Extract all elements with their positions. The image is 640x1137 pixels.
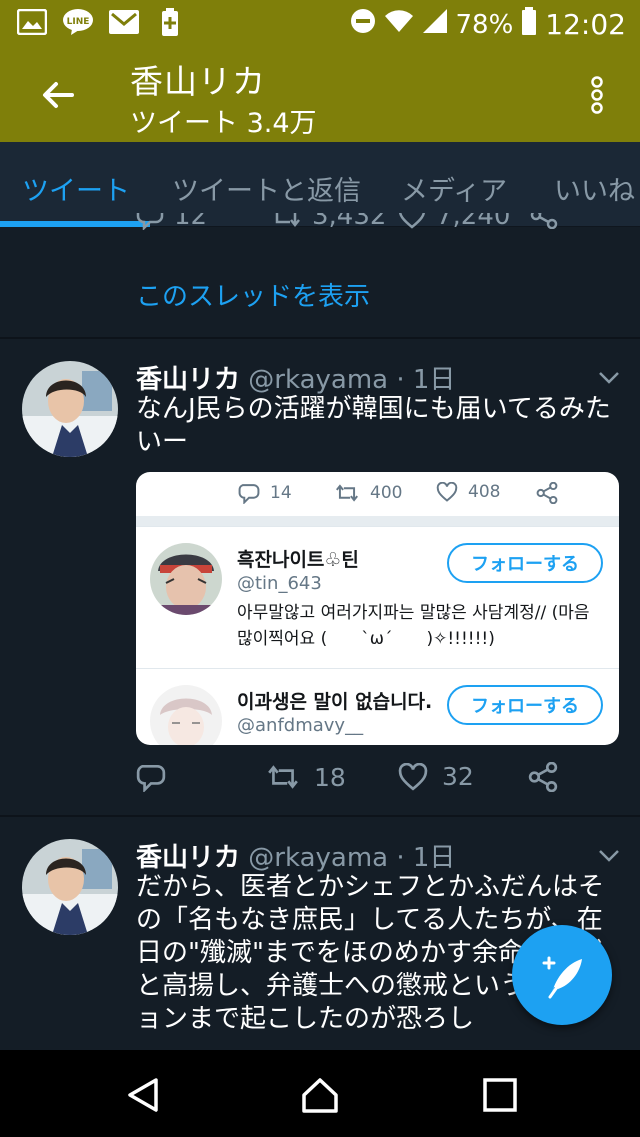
tweet-count: ツイート 3.4万	[130, 108, 317, 139]
heart-icon	[436, 482, 458, 502]
avatar[interactable]	[22, 361, 118, 457]
share-action[interactable]	[530, 213, 558, 229]
tweet-divider	[0, 815, 640, 817]
more-options-icon[interactable]	[590, 75, 604, 115]
user-name[interactable]: 이과생은 말이 없습니다.	[237, 687, 432, 714]
display-name[interactable]: 香山リカ	[136, 365, 240, 395]
active-tab-indicator	[0, 221, 150, 227]
prev-tweet-actions: 12 3,432 7,240	[136, 213, 576, 243]
wifi-icon	[384, 8, 414, 41]
tab-media[interactable]: メディア	[401, 169, 507, 208]
tweet-divider	[0, 337, 640, 339]
share-icon	[530, 213, 558, 229]
card-retweet: 400	[334, 482, 402, 504]
tab-tweets-and-replies[interactable]: ツイートと返信	[172, 169, 361, 208]
user-bio: 아무말않고 여러가지파는 말많은 사담계정// (마음 많이찍어요 ( `ω´ …	[237, 603, 590, 649]
clock: 12:02	[545, 8, 626, 41]
status-bar: LINE 78% 12:02	[0, 0, 640, 45]
timestamp: 1日	[412, 365, 456, 395]
retweet-count: 3,432	[312, 213, 387, 231]
retweet-count: 18	[314, 762, 346, 792]
user-row: 이과생은 말이 없습니다. @anfdmavy__ フォローする	[136, 668, 619, 745]
tab-tweets[interactable]: ツイート	[22, 169, 130, 208]
heart-icon	[398, 213, 426, 229]
profile-name: 香山リカ	[130, 62, 266, 101]
timestamp: 1日	[412, 843, 456, 873]
tweet-actions: 18 32	[136, 762, 566, 798]
android-nav-bar	[0, 1050, 640, 1137]
show-thread-link[interactable]: このスレッドを表示	[136, 276, 370, 313]
gmail-icon	[108, 8, 140, 36]
reply-action[interactable]	[136, 762, 166, 792]
embedded-card[interactable]: 14 400 408 흑잔나이트♧틴 @tin_643 아무말않고 여러가지파는…	[136, 472, 619, 745]
card-reply: 14	[238, 482, 292, 504]
card-like: 408	[436, 482, 500, 502]
chevron-down-icon[interactable]	[598, 370, 620, 384]
user-avatar[interactable]	[150, 543, 222, 615]
retweet-icon	[275, 213, 300, 228]
reply-icon	[136, 764, 166, 792]
reply-count: 12	[174, 213, 208, 231]
username[interactable]: @rkayama	[248, 365, 388, 395]
share-icon	[528, 762, 558, 792]
follow-button[interactable]: フォローする	[447, 685, 603, 725]
nav-back-icon[interactable]	[124, 1075, 164, 1115]
dnd-icon	[350, 8, 376, 41]
user-handle: @tin_643	[237, 573, 322, 594]
svg-text:LINE: LINE	[67, 17, 90, 27]
retweet-action[interactable]: 18	[266, 762, 346, 792]
display-name[interactable]: 香山リカ	[136, 843, 240, 873]
user-avatar[interactable]	[150, 685, 222, 745]
heart-icon	[398, 762, 428, 791]
compose-quill-icon	[542, 956, 582, 999]
tweet-header: 香山リカ @rkayama · 1日	[136, 837, 455, 874]
card-separator	[136, 516, 619, 526]
user-name[interactable]: 흑잔나이트♧틴	[237, 545, 359, 572]
compose-tweet-button[interactable]	[512, 925, 612, 1025]
back-arrow-icon[interactable]	[38, 75, 78, 115]
battery-icon	[521, 7, 537, 42]
card-actions: 14 400 408	[136, 472, 619, 516]
card-share	[536, 481, 558, 509]
user-row: 흑잔나이트♧틴 @tin_643 아무말않고 여러가지파는 말많은 사담계정//…	[136, 526, 619, 668]
nav-recents-icon[interactable]	[480, 1075, 520, 1115]
reply-icon	[238, 484, 260, 504]
avatar[interactable]	[22, 839, 118, 935]
tweet-header: 香山リカ @rkayama · 1日	[136, 359, 455, 396]
retweet-icon	[336, 484, 358, 502]
username[interactable]: @rkayama	[248, 843, 388, 873]
profile-header: 香山リカ ツイート 3.4万	[0, 45, 640, 142]
like-count: 7,240	[436, 213, 511, 231]
tab-likes[interactable]: いいね	[554, 169, 635, 208]
gallery-icon	[16, 8, 48, 36]
user-handle: @anfdmavy__	[237, 715, 364, 736]
reply-icon	[136, 213, 164, 230]
tweet-text: なんJ民らの活躍が韓国にも届いてるみたいー	[136, 394, 611, 457]
signal-icon	[422, 8, 448, 41]
battery-saver-icon	[154, 8, 186, 36]
like-count: 32	[442, 762, 474, 791]
follow-button[interactable]: フォローする	[447, 543, 603, 583]
retweet-action[interactable]: 3,432	[270, 213, 386, 231]
line-icon: LINE	[62, 8, 94, 36]
like-action[interactable]: 32	[398, 762, 474, 791]
separator-dot: ·	[396, 843, 405, 873]
nav-home-icon[interactable]	[300, 1075, 340, 1115]
like-action[interactable]: 7,240	[398, 213, 510, 231]
reply-action[interactable]: 12	[136, 213, 207, 231]
battery-percent: 78%	[455, 9, 514, 40]
separator-dot: ·	[396, 365, 405, 395]
share-icon	[536, 481, 558, 505]
share-action[interactable]	[528, 762, 558, 792]
chevron-down-icon[interactable]	[598, 848, 620, 862]
retweet-icon	[268, 765, 298, 789]
